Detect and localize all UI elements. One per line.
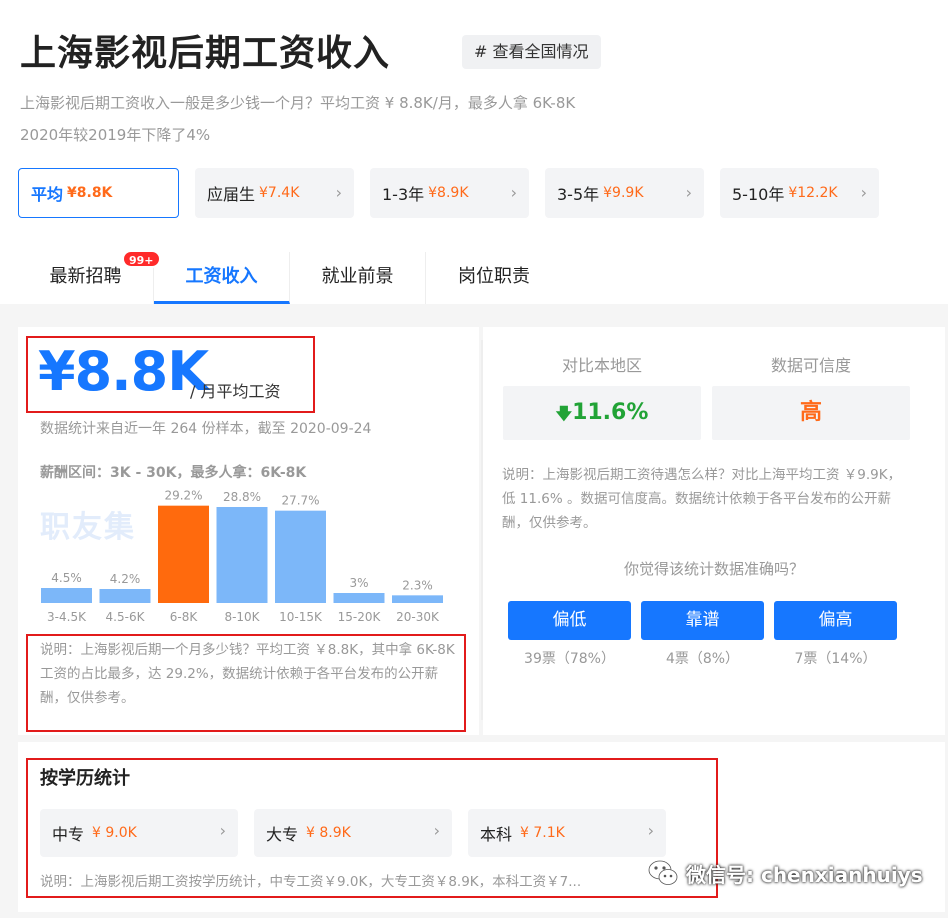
pill-1-3-years[interactable]: 1-3年 ¥8.9K › [370,168,529,218]
pill-label: 3-5年 [557,185,600,204]
wechat-watermark: 微信号: chenxianhuiys [646,856,923,890]
annotation-box-education [26,758,718,898]
pill-label: 5-10年 [732,185,785,204]
tab-label: 最新招聘 [49,266,122,287]
pill-salary: ¥9.9K [603,185,644,201]
bar-category-label: 4.5-6K [106,610,146,624]
vote-reliable-button[interactable]: 靠谱 [641,601,764,640]
pill-label: 应届生 [207,185,256,204]
chevron-right-icon: › [860,183,867,202]
trust-value: 高 [712,386,910,440]
pill-3-5-years[interactable]: 3-5年 ¥9.9K › [545,168,704,218]
view-national-button[interactable]: # 查看全国情况 [462,35,601,69]
experience-filter: 平均 ¥8.8K 应届生 ¥7.4K › 1-3年 ¥8.9K › 3-5年 ¥… [18,168,879,218]
bar-20-30K [392,595,443,603]
bar-value-label: 4.5% [51,571,82,585]
pill-label: 平均 [31,185,64,204]
pill-fresh-graduate[interactable]: 应届生 ¥7.4K › [195,168,354,218]
bar-value-label: 3% [349,576,368,590]
pill-salary: ¥12.2K [788,185,838,201]
bar-8-10K [216,507,268,603]
vote-low-button[interactable]: 偏低 [508,601,631,640]
salary-range: 薪酬区间：3K - 30K，最多人拿：6K-8K [40,465,307,481]
tab-duties[interactable]: 岗位职责 [426,252,562,304]
sample-info: 数据统计来自近一年 264 份样本，截至 2020-09-24 [40,421,372,437]
bar-value-label: 28.8% [223,490,261,504]
page-description: 上海影视后期工资收入一般是多少钱一个月？平均工资 ¥ 8.8K/月，最多人拿 6… [20,94,576,112]
annotation-box-note [26,634,466,732]
salary-distribution-chart: 4.5% 3-4.5K 4.2% 4.5-6K 29.2% 6-8K 28.8% 8-10K 2… [41,489,443,624]
bar-value-label: 4.2% [110,572,141,586]
annotation-box-salary [26,336,315,413]
local-compare-label: 对比本地区 [562,356,643,375]
bar-value-label: 29.2% [164,489,202,503]
bar-6-8K [158,505,209,603]
accuracy-question: 你觉得该统计数据准确吗？ [623,560,804,578]
pill-label: 1-3年 [382,185,425,204]
pill-salary: ¥7.4K [259,185,300,201]
bar-category-label: 6-8K [170,610,199,624]
vote-low-count: 39票（78%） [524,651,615,667]
down-arrow-icon: 🡇 [555,404,573,423]
tab-prospects[interactable]: 就业前景 [290,252,426,304]
bar-category-label: 3-4.5K [47,610,87,624]
page-title: 上海影视后期工资收入 [20,33,391,74]
pill-salary: ¥8.9K [428,185,469,201]
vote-high-count: 7票（14%） [794,651,877,667]
local-compare-value: 🡇11.6% [503,386,701,440]
trust-label: 数据可信度 [771,356,852,375]
tab-label: 岗位职责 [458,266,530,287]
bar-4.5-6K [99,589,151,603]
bar-10-15K [275,510,326,603]
chevron-right-icon: › [685,183,692,202]
bar-3-4.5K [41,588,92,603]
card-divider [481,340,483,720]
bar-15-20K [333,593,385,603]
bar-category-label: 20-30K [396,610,440,624]
tab-salary[interactable]: 工资收入 [154,252,290,304]
pill-salary: ¥8.8K [67,185,113,201]
pill-average[interactable]: 平均 ¥8.8K [18,168,179,218]
local-compare-percent: 11.6% [572,400,649,425]
bar-category-label: 8-10K [224,610,260,624]
tab-bar: 最新招聘 99+ 工资收入 就业前景 岗位职责 [18,250,562,304]
chevron-right-icon: › [510,183,517,202]
bar-category-label: 15-20K [338,610,382,624]
chevron-right-icon: › [335,183,342,202]
vote-high-button[interactable]: 偏高 [774,601,897,640]
bar-category-label: 10-15K [279,610,323,624]
tab-label: 就业前景 [321,266,394,287]
bar-value-label: 2.3% [402,578,433,592]
wechat-id-text: 微信号: chenxianhuiys [686,862,923,887]
comparison-note: 说明：上海影视后期工资待遇怎么样？对比上海平均工资 ￥9.9K，低 11.6% … [502,467,902,531]
wechat-icon [647,859,678,885]
tab-latest-jobs[interactable]: 最新招聘 99+ [18,250,161,304]
pill-5-10-years[interactable]: 5-10年 ¥12.2K › [720,168,879,218]
tab-label: 工资收入 [185,266,258,287]
bar-value-label: 27.7% [281,494,319,508]
vote-reliable-count: 4票（8%） [665,651,740,667]
yoy-change-text: 2020年较2019年下降了4% [20,126,211,144]
